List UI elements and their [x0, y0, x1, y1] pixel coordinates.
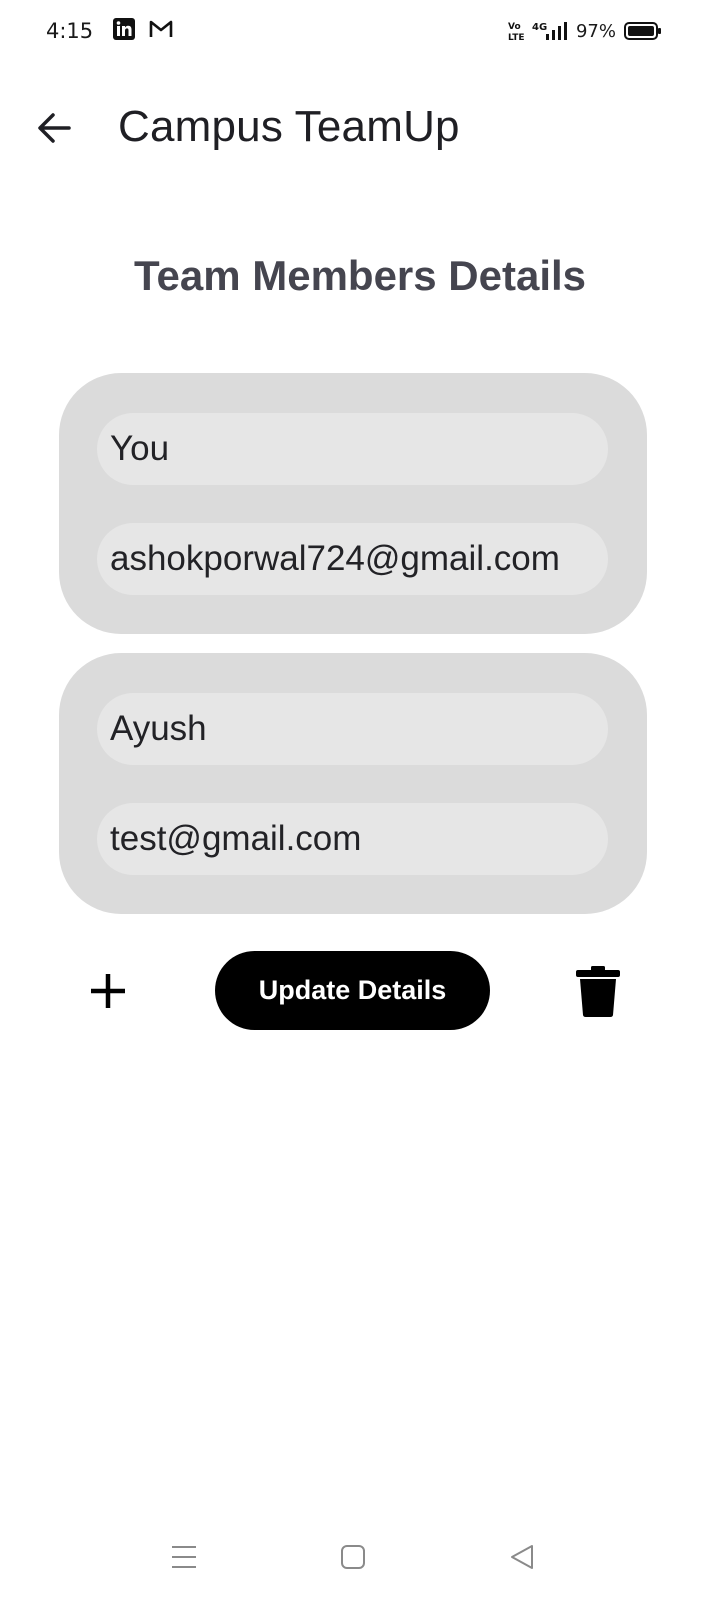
menu-icon	[172, 1546, 196, 1568]
back-button[interactable]	[30, 106, 78, 150]
status-right: Vo LTE 4G 97%	[508, 20, 662, 42]
app-screen: 4:15 Vo LTE 4G 97% Campus TeamUp Team Me…	[0, 0, 720, 1600]
trash-icon	[576, 966, 620, 1017]
member-card: You ashokporwal724@gmail.com	[59, 373, 647, 634]
battery-icon	[624, 21, 662, 41]
status-time: 4:15	[46, 19, 94, 43]
page-title: Team Members Details	[133, 252, 587, 299]
nav-menu-button[interactable]	[154, 1532, 214, 1582]
svg-text:4G: 4G	[532, 22, 547, 33]
member-email-field[interactable]: test@gmail.com	[97, 803, 608, 875]
arrow-left-icon	[38, 113, 71, 143]
add-member-button[interactable]	[84, 964, 132, 1018]
volte-icon: Vo LTE	[508, 20, 524, 42]
home-icon	[341, 1545, 365, 1569]
gmail-icon	[149, 19, 173, 44]
delete-member-button[interactable]	[572, 962, 624, 1020]
nav-back-button[interactable]	[492, 1532, 552, 1582]
svg-text:LTE: LTE	[508, 33, 524, 42]
status-left: 4:15	[46, 17, 173, 45]
member-card: Ayush test@gmail.com	[59, 653, 647, 914]
update-details-button[interactable]: Update Details	[215, 951, 490, 1030]
member-name-field[interactable]: Ayush	[97, 693, 608, 765]
app-bar: Campus TeamUp	[0, 92, 720, 162]
app-title: Campus TeamUp	[118, 102, 460, 151]
member-email-field[interactable]: ashokporwal724@gmail.com	[97, 523, 608, 595]
battery-percent: 97%	[575, 20, 616, 42]
linkedin-icon	[113, 17, 136, 45]
member-name-field[interactable]: You	[97, 413, 608, 485]
system-nav-bar	[0, 1522, 720, 1600]
nav-home-button[interactable]	[323, 1532, 383, 1582]
back-icon	[511, 1545, 533, 1569]
signal-4g-icon: 4G	[532, 20, 568, 42]
plus-icon	[91, 974, 125, 1008]
svg-text:Vo: Vo	[508, 22, 521, 32]
status-bar: 4:15 Vo LTE 4G 97%	[0, 0, 720, 62]
